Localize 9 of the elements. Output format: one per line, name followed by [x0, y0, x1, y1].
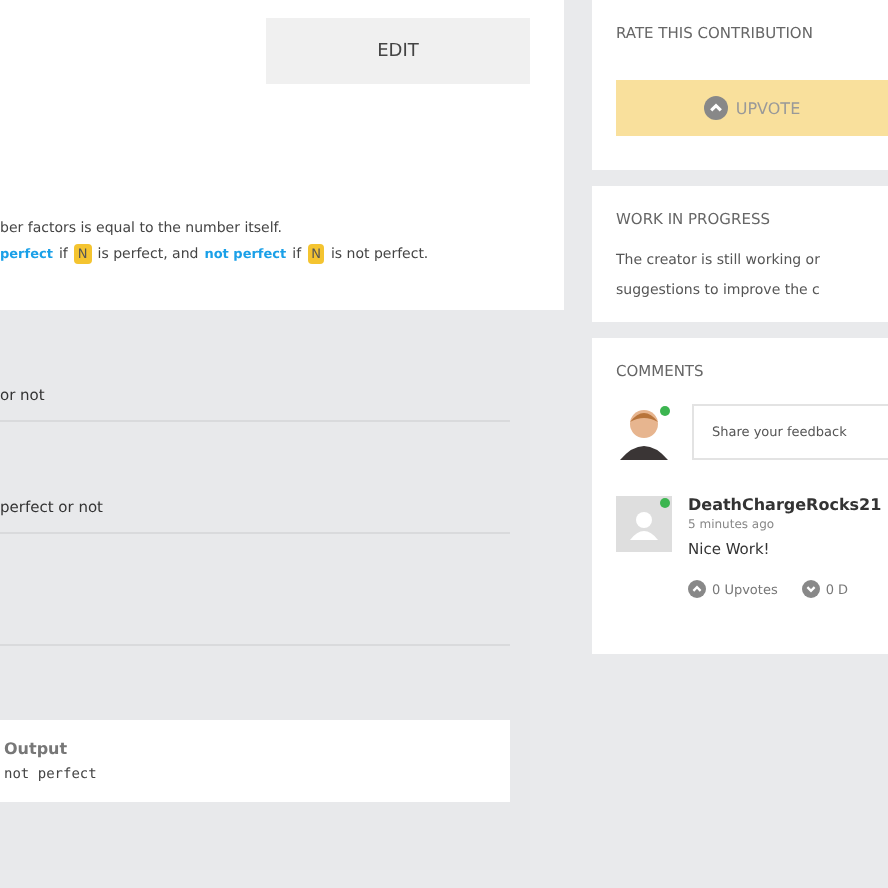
chevron-down-icon — [801, 580, 820, 598]
output-title: Output — [4, 740, 70, 758]
chevron-up-icon — [688, 580, 706, 598]
avatar-icon — [616, 404, 672, 460]
chevron-up-icon — [703, 96, 728, 120]
status-dot — [660, 406, 670, 416]
comment-author[interactable]: DeathChargeRocks21 — [688, 496, 882, 514]
edit-button[interactable]: EDIT — [266, 18, 530, 84]
user-avatar-icon — [616, 496, 672, 552]
